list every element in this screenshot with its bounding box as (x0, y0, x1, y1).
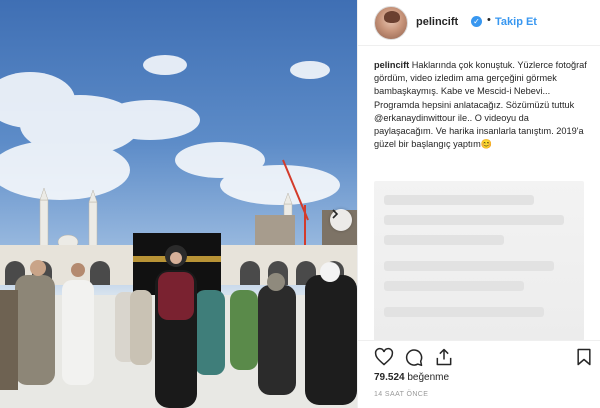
post-caption: pelincift Haklarında çok konuştuk. Yüzle… (374, 59, 589, 151)
likes-label: beğenme (407, 372, 450, 383)
blurred-comment (384, 281, 524, 291)
blurred-comments-area (374, 181, 584, 341)
username-link[interactable]: pelincift (416, 16, 458, 28)
post-header: pelincift ✓ • Takip Et (358, 0, 600, 46)
blurred-comment (384, 235, 504, 245)
caption-text: Haklarında çok konuştuk. Yüzlerce fotoğr… (374, 60, 587, 150)
blurred-comment (384, 215, 564, 225)
blurred-comment (384, 307, 544, 317)
chevron-right-icon (332, 209, 339, 219)
bookmark-icon[interactable] (574, 347, 594, 367)
separator-dot: • (487, 14, 491, 26)
post-side-panel: pelincift ✓ • Takip Et pelincift Hakları… (357, 0, 600, 408)
caption-username[interactable]: pelincift (374, 60, 409, 70)
next-photo-button[interactable] (330, 209, 352, 231)
comment-icon[interactable] (404, 347, 424, 367)
blurred-comment (384, 195, 534, 205)
action-bar (358, 340, 600, 370)
instagram-post: pelincift ✓ • Takip Et pelincift Hakları… (0, 0, 600, 408)
verified-badge-icon: ✓ (471, 16, 482, 27)
blurred-comment (384, 261, 554, 271)
follow-button[interactable]: Takip Et (495, 16, 537, 28)
heart-icon[interactable] (374, 347, 394, 367)
share-icon[interactable] (434, 347, 454, 367)
likes-number: 79.524 (374, 372, 405, 383)
kaaba-scene-illustration (0, 55, 357, 408)
avatar[interactable] (374, 6, 408, 40)
post-photo[interactable] (0, 0, 357, 408)
post-timestamp: 14 SAAT ÖNCE (374, 391, 429, 398)
likes-count[interactable]: 79.524 beğenme (374, 372, 449, 383)
